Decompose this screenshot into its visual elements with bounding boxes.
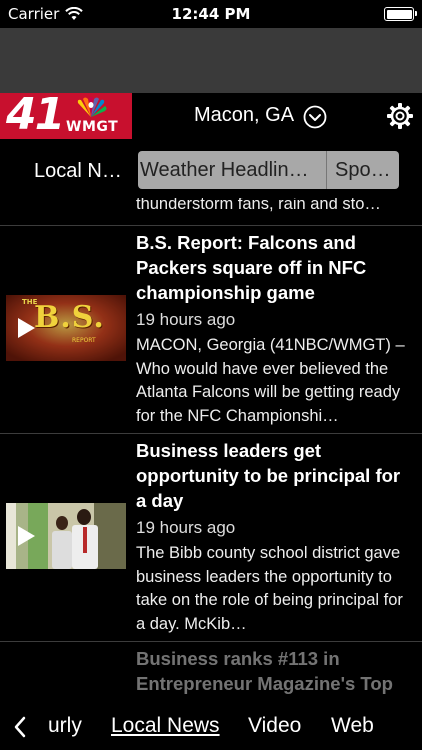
status-time: 12:44 PM <box>171 5 251 23</box>
bottom-nav: urly Local News Video Web <box>0 706 422 750</box>
chevron-down-icon[interactable] <box>303 105 327 129</box>
gear-icon[interactable] <box>386 102 414 130</box>
chevron-left-icon[interactable] <box>12 714 28 740</box>
list-item[interactable]: THE B.S. REPORT B.S. Report: Falcons and… <box>0 226 422 433</box>
item-title[interactable]: B.S. Report: Falcons and Packers square … <box>136 230 411 305</box>
station-header: 41 WMGT Macon, GA <box>0 93 422 139</box>
tab-weather-headlines[interactable]: Weather Headlin… <box>138 151 326 189</box>
item-time: 19 hours ago <box>136 518 236 537</box>
video-thumbnail[interactable] <box>6 503 126 569</box>
peacock-icon <box>77 97 107 117</box>
play-icon <box>18 526 35 546</box>
item-body: MACON, Georgia (41NBC/WMGT) – Who would … <box>136 336 405 425</box>
nav-item-local-news[interactable]: Local News <box>111 714 220 738</box>
station-logo: 41 WMGT <box>0 93 132 139</box>
battery-icon <box>384 7 417 21</box>
nav-item-video[interactable]: Video <box>248 714 301 738</box>
item-body: The Bibb county school district gave bus… <box>136 544 403 633</box>
list-item[interactable]: Business ranks #113 in Entrepreneur Maga… <box>0 642 422 706</box>
nav-item-web[interactable]: Web <box>331 714 374 738</box>
video-thumbnail[interactable]: THE B.S. REPORT <box>6 295 126 361</box>
item-title[interactable]: Business ranks #113 in Entrepreneur Maga… <box>136 646 411 696</box>
nav-item-hourly[interactable]: urly <box>48 714 82 738</box>
list-item[interactable]: Business leaders get opportunity to be p… <box>0 434 422 641</box>
play-icon <box>18 318 35 338</box>
status-bar: Carrier 12:44 PM <box>0 0 422 28</box>
navigation-bar <box>0 28 422 93</box>
news-list[interactable]: thunderstorm fans, rain and sto… THE B.S… <box>0 198 422 706</box>
item-time: 19 hours ago <box>136 310 236 329</box>
tab-local-news[interactable]: Local N… <box>34 160 122 183</box>
tab-sports[interactable]: Spo… <box>326 151 399 189</box>
location-label[interactable]: Macon, GA <box>194 104 294 127</box>
category-tabs: Local N… Weather Headlin… Spo… <box>0 146 422 198</box>
previous-item-snippet[interactable]: thunderstorm fans, rain and sto… <box>136 198 381 214</box>
item-title[interactable]: Business leaders get opportunity to be p… <box>136 438 411 513</box>
